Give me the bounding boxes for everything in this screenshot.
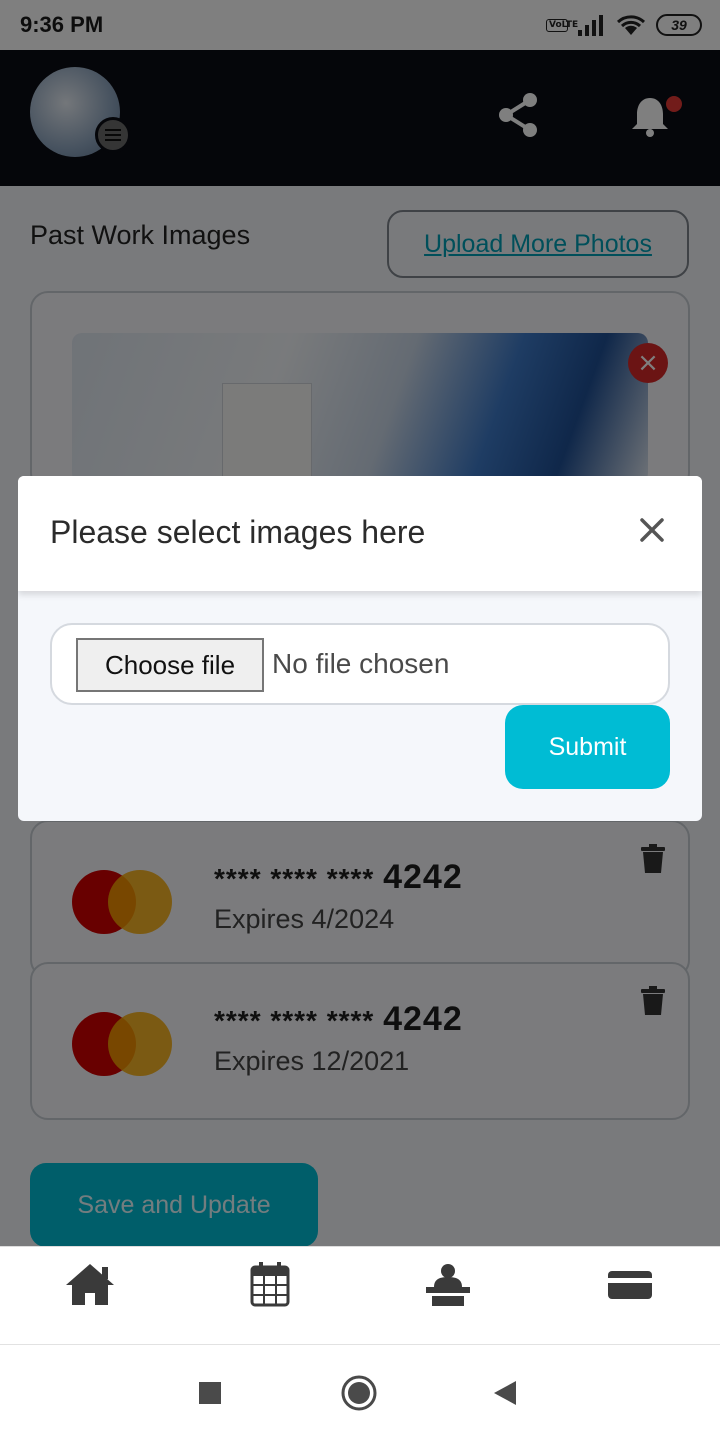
modal-header: Please select images here xyxy=(18,476,702,591)
home-circle-icon[interactable] xyxy=(341,1375,377,1411)
back-triangle-icon[interactable] xyxy=(492,1379,518,1407)
select-images-modal: Please select images here Choose file No… xyxy=(18,476,702,821)
submit-button[interactable]: Submit xyxy=(505,705,670,789)
file-input[interactable]: Choose file No file chosen xyxy=(50,623,670,705)
home-icon[interactable] xyxy=(64,1261,116,1307)
file-status-text: No file chosen xyxy=(272,648,450,679)
recents-square-icon[interactable] xyxy=(198,1381,222,1405)
choose-file-button[interactable]: Choose file xyxy=(76,638,264,692)
payment-card-icon[interactable] xyxy=(604,1261,656,1307)
bottom-nav xyxy=(0,1246,720,1344)
modal-title: Please select images here xyxy=(50,514,426,550)
staff-icon[interactable] xyxy=(422,1261,474,1307)
close-icon[interactable] xyxy=(634,512,670,548)
calendar-icon[interactable] xyxy=(244,1261,296,1307)
system-nav-bar xyxy=(0,1344,720,1440)
